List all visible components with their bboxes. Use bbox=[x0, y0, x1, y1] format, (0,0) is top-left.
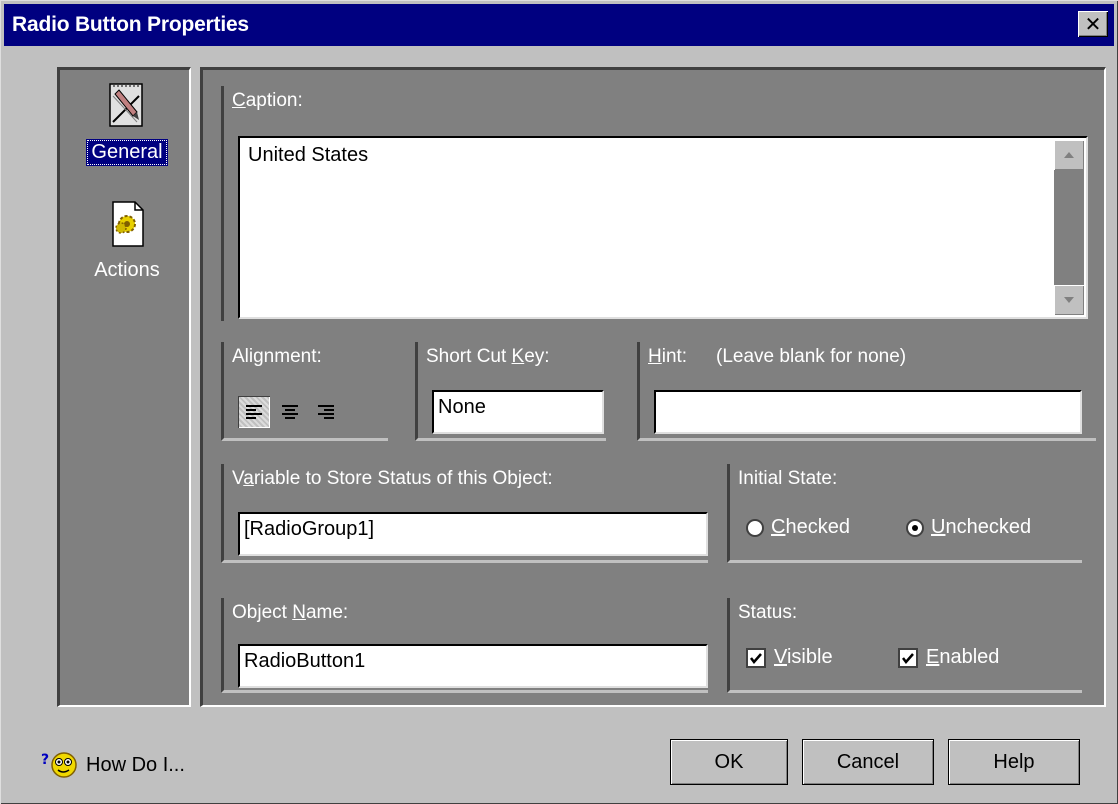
radio-selected-icon bbox=[906, 518, 924, 537]
hint-input[interactable] bbox=[654, 390, 1082, 434]
category-sidebar: General Actions bbox=[57, 67, 191, 707]
ok-button[interactable]: OK bbox=[670, 739, 788, 785]
close-icon: ✕ bbox=[1084, 13, 1102, 36]
title-bar[interactable]: Radio Button Properties ✕ bbox=[4, 4, 1114, 46]
scroll-track[interactable] bbox=[1054, 170, 1084, 285]
radio-unselected-icon bbox=[746, 518, 764, 537]
sidebar-item-general[interactable]: General bbox=[60, 82, 194, 166]
close-button[interactable]: ✕ bbox=[1078, 11, 1108, 37]
shortcut-key-input[interactable]: None bbox=[432, 390, 604, 434]
align-left-icon bbox=[246, 405, 262, 419]
shortcut-label: Short Cut Key: bbox=[420, 342, 556, 372]
align-left-button[interactable] bbox=[238, 396, 270, 428]
object-name-input[interactable]: RadioButton1 bbox=[238, 644, 708, 688]
general-properties-panel: Caption: United States Alignment: Short … bbox=[200, 67, 1106, 707]
scroll-down-arrow-icon bbox=[1064, 297, 1074, 303]
visible-checkbox[interactable]: Visible bbox=[746, 646, 833, 669]
checkmark-icon bbox=[898, 647, 918, 668]
align-center-button[interactable] bbox=[274, 396, 306, 428]
sidebar-item-actions[interactable]: Actions bbox=[60, 200, 194, 284]
shortcut-group: Short Cut Key: None bbox=[415, 342, 606, 441]
general-properties-icon bbox=[109, 83, 143, 127]
how-do-i-label: How Do I... bbox=[86, 753, 185, 776]
align-right-icon bbox=[318, 405, 334, 419]
radio-button-properties-dialog: Radio Button Properties ✕ General Action… bbox=[0, 0, 1118, 804]
initial-state-label: Initial State: bbox=[732, 464, 844, 494]
enabled-label: Enabled bbox=[926, 646, 1000, 668]
hint-label: Hint: bbox=[642, 342, 694, 372]
help-button[interactable]: Help bbox=[948, 739, 1080, 785]
sidebar-item-label: General bbox=[86, 139, 168, 166]
hint-note: (Leave blank for none) bbox=[716, 346, 907, 367]
align-center-icon bbox=[282, 405, 298, 419]
scroll-up-button[interactable] bbox=[1054, 140, 1084, 170]
variable-input[interactable]: [RadioGroup1] bbox=[238, 512, 708, 556]
actions-gear-icon bbox=[112, 201, 144, 247]
checkmark-icon bbox=[746, 647, 766, 668]
variable-group: Variable to Store Status of this Object:… bbox=[221, 464, 708, 563]
caption-textarea[interactable]: United States bbox=[238, 136, 1088, 319]
visible-label: Visible bbox=[774, 646, 833, 668]
status-group: Status: Visible Enabled bbox=[727, 598, 1082, 693]
object-name-group: Object Name: RadioButton1 bbox=[221, 598, 708, 693]
cancel-button[interactable]: Cancel bbox=[802, 739, 934, 785]
help-face-icon: ? bbox=[41, 752, 77, 778]
initial-state-group: Initial State: Checked Unchecked bbox=[727, 464, 1082, 563]
alignment-group: Alignment: bbox=[221, 342, 388, 441]
caption-group: Caption: United States bbox=[221, 86, 1090, 321]
enabled-checkbox[interactable]: Enabled bbox=[898, 646, 999, 669]
scroll-down-button[interactable] bbox=[1054, 285, 1084, 315]
radio-checked[interactable]: Checked bbox=[746, 516, 850, 539]
caption-value: United States bbox=[248, 144, 369, 166]
alignment-label: Alignment: bbox=[226, 342, 328, 372]
radio-unchecked[interactable]: Unchecked bbox=[906, 516, 1031, 539]
sidebar-item-label: Actions bbox=[94, 259, 160, 281]
window-title: Radio Button Properties bbox=[12, 13, 249, 36]
caption-label: Caption: bbox=[226, 86, 309, 116]
align-right-button[interactable] bbox=[310, 396, 342, 428]
variable-label: Variable to Store Status of this Object: bbox=[226, 464, 559, 494]
hint-group: Hint: (Leave blank for none) bbox=[637, 342, 1096, 441]
svg-text:?: ? bbox=[41, 752, 49, 768]
status-label: Status: bbox=[732, 598, 804, 628]
how-do-i-link[interactable]: ? How Do I... bbox=[40, 750, 185, 780]
object-name-label: Object Name: bbox=[226, 598, 355, 628]
scroll-up-arrow-icon bbox=[1064, 152, 1074, 158]
radio-unchecked-label: Unchecked bbox=[931, 516, 1032, 538]
caption-scrollbar[interactable] bbox=[1054, 140, 1084, 315]
radio-checked-label: Checked bbox=[771, 516, 850, 538]
